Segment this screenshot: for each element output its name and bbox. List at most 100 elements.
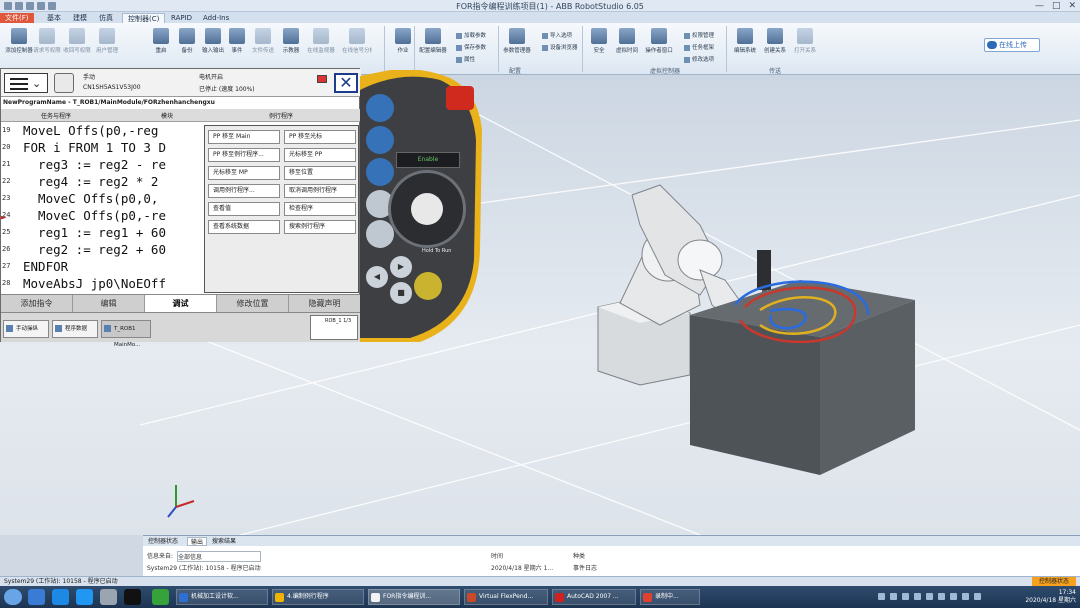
file-transfer-button[interactable]: 文件传送 xyxy=(248,26,278,64)
taskbar-app-3[interactable]: FOR指令编程训... xyxy=(368,589,460,605)
flexpendant-button[interactable]: 示教器 xyxy=(276,26,306,64)
search-routine-button[interactable]: 搜索例行程序 xyxy=(284,220,356,234)
tab-debug[interactable]: 调试 xyxy=(145,295,217,313)
start-button[interactable]: ▶ xyxy=(390,256,412,278)
load-parameters-item[interactable]: 加载参数 xyxy=(456,31,486,39)
code-line[interactable]: 28 MoveAbsJ jp0\NoEOff xyxy=(1,275,206,292)
cursor-to-pp-button[interactable]: 光标移至 PP xyxy=(284,148,356,162)
cursor-to-mp-button[interactable]: 光标移至 MP xyxy=(208,166,280,180)
add-controller-button[interactable]: 添加控制器 xyxy=(4,26,34,64)
minimize-button[interactable]: — xyxy=(1035,1,1044,11)
toggle-motion-mode-button[interactable] xyxy=(366,220,394,248)
modules-menu[interactable]: 模块 xyxy=(161,111,173,120)
tab-home[interactable]: 基本 xyxy=(42,13,66,23)
modify-options-item[interactable]: 修改选项 xyxy=(684,55,714,63)
virtual-time-button[interactable]: 虚拟时间 xyxy=(612,26,642,64)
task-frame-item[interactable]: 任务框架 xyxy=(684,43,714,51)
device-browser-item[interactable]: 设备浏览器 xyxy=(542,43,578,51)
tab-search-results[interactable]: 搜索结果 xyxy=(209,537,239,546)
code-line[interactable]: 23 MoveC Offs(p0,0, xyxy=(1,190,206,207)
user-management-button[interactable]: 用户管理 xyxy=(92,26,122,64)
pp-to-cursor-button[interactable]: PP 移至光标 xyxy=(284,130,356,144)
tab-modify-position[interactable]: 修改位置 xyxy=(217,295,289,313)
step-backward-button[interactable]: ◀ xyxy=(366,266,388,288)
code-line[interactable]: 20 FOR i FROM 1 TO 3 D xyxy=(1,139,206,156)
programmable-key-1[interactable] xyxy=(366,126,394,154)
edit-system-button[interactable]: 编辑系统 xyxy=(730,26,760,64)
view-value-button[interactable]: 查看值 xyxy=(208,202,280,216)
routines-menu[interactable]: 例行程序 xyxy=(269,111,293,120)
taskbar-app-5[interactable]: AutoCAD 2007 ... xyxy=(552,589,636,605)
tab-addins[interactable]: Add-Ins xyxy=(198,13,234,23)
import-options-item[interactable]: 导入选项 xyxy=(542,31,572,39)
stop-button[interactable]: ■ xyxy=(390,282,412,304)
code-line[interactable]: 27 ENDFOR xyxy=(1,258,206,275)
event-log-icon[interactable] xyxy=(317,75,327,83)
quickset-button[interactable]: ROB_1 1/3 xyxy=(310,315,358,340)
code-line[interactable]: 19 MoveL Offs(p0,-reg xyxy=(1,122,206,139)
maximize-button[interactable]: □ xyxy=(1052,1,1061,11)
code-line[interactable]: 24 MoveC Offs(p0,-re xyxy=(1,207,206,224)
filter-select[interactable]: 全部信息 xyxy=(177,551,261,562)
pp-to-routine-button[interactable]: PP 移至例行程序... xyxy=(208,148,280,162)
joystick[interactable] xyxy=(388,170,466,248)
call-routine-button[interactable]: 调用例行程序... xyxy=(208,184,280,198)
clock[interactable]: 17:34 2020/4/18 星期六 xyxy=(1004,589,1076,605)
properties-item[interactable]: 属性 xyxy=(456,55,475,63)
taskbar-app-4[interactable]: Virtual FlexPend... xyxy=(464,589,548,605)
view-system-data-button[interactable]: 查看系统数据 xyxy=(208,220,280,234)
tab-controller[interactable]: 控制器(C) xyxy=(122,13,166,23)
task-jogging[interactable]: 手动操纵 xyxy=(3,320,49,338)
start-icon[interactable] xyxy=(4,589,22,605)
code-line[interactable]: 22 reg4 := reg2 * 2 xyxy=(1,173,206,190)
close-button[interactable]: ✕ xyxy=(334,73,358,93)
move-to-position-button[interactable]: 移至位置 xyxy=(284,166,356,180)
quick-access-toolbar[interactable] xyxy=(4,2,94,10)
signal-analyzer-button[interactable]: 在线信号分析器 xyxy=(342,26,372,64)
tab-add-instruction[interactable]: 添加指令 xyxy=(1,295,73,313)
file-explorer-icon[interactable] xyxy=(100,589,117,605)
tab-rapid[interactable]: RAPID xyxy=(166,13,197,23)
tab-simulation[interactable]: 仿真 xyxy=(94,13,118,23)
tab-edit[interactable]: 编辑 xyxy=(73,295,145,313)
code-line[interactable]: 25 reg1 := reg1 + 60 xyxy=(1,224,206,241)
code-line[interactable]: 26 reg2 := reg2 + 60 xyxy=(1,241,206,258)
task-program-editor[interactable]: T_ROB1 MainMo... xyxy=(101,320,151,348)
system-tray[interactable] xyxy=(878,593,1000,601)
release-write-access-button[interactable]: 收回写权限 xyxy=(62,26,92,64)
output-message[interactable]: System29 (工作站): 10158 - 程序已启动 xyxy=(147,563,261,572)
tasks-and-programs-menu[interactable]: 任务与程序 xyxy=(41,111,71,120)
programmable-key-2[interactable] xyxy=(366,158,394,186)
taskbar-app-1[interactable]: 机械加工设计软... xyxy=(176,589,268,605)
code-editor[interactable]: 19 MoveL Offs(p0,-reg 20 FOR i FROM 1 TO 3… xyxy=(1,122,206,294)
create-relation-button[interactable]: 创建关系 xyxy=(760,26,790,64)
check-program-button[interactable]: 检查程序 xyxy=(284,202,356,216)
tab-hide-declarations[interactable]: 隐藏声明 xyxy=(289,295,361,313)
abb-menu-button[interactable]: ⌄ xyxy=(4,73,48,93)
enable-hardware-button[interactable] xyxy=(366,94,394,122)
permission-manager-item[interactable]: 权限管理 xyxy=(684,31,714,39)
save-parameters-item[interactable]: 保存参数 xyxy=(456,43,486,51)
taskbar-app-6[interactable]: 录制中... xyxy=(640,589,700,605)
close-window-button[interactable]: ✕ xyxy=(1068,1,1076,11)
tab-output[interactable]: 输出 xyxy=(187,537,208,546)
browser-icon[interactable] xyxy=(28,589,45,605)
open-relation-button[interactable]: 打开关系 xyxy=(790,26,820,64)
media-icon[interactable] xyxy=(124,589,141,605)
online-monitor-button[interactable]: 在线监视器 xyxy=(306,26,336,64)
operator-window-button[interactable]: 操作者窗口 xyxy=(644,26,674,64)
cancel-call-routine-button[interactable]: 取消调用例行程序 xyxy=(284,184,356,198)
parameter-manager-button[interactable]: 参数管理器 xyxy=(502,26,532,64)
ie-icon[interactable] xyxy=(52,589,69,605)
configuration-editor-button[interactable]: 配置编辑器 xyxy=(418,26,448,64)
request-write-access-button[interactable]: 请求写权限 xyxy=(32,26,62,64)
safety-button[interactable]: 安全 xyxy=(584,26,614,64)
tab-file[interactable]: 文件(F) xyxy=(0,13,34,23)
edge-icon[interactable] xyxy=(76,589,93,605)
pp-to-main-button[interactable]: PP 移至 Main xyxy=(208,130,280,144)
task-program-data[interactable]: 程序数据 xyxy=(52,320,98,338)
tab-controller-status[interactable]: 控制器状态 xyxy=(145,537,181,546)
taskbar-app-2[interactable]: 4.编制例行程序 xyxy=(272,589,364,605)
tab-modeling[interactable]: 建模 xyxy=(68,13,92,23)
cloud-upload-button[interactable]: 在线上传 xyxy=(984,38,1040,52)
